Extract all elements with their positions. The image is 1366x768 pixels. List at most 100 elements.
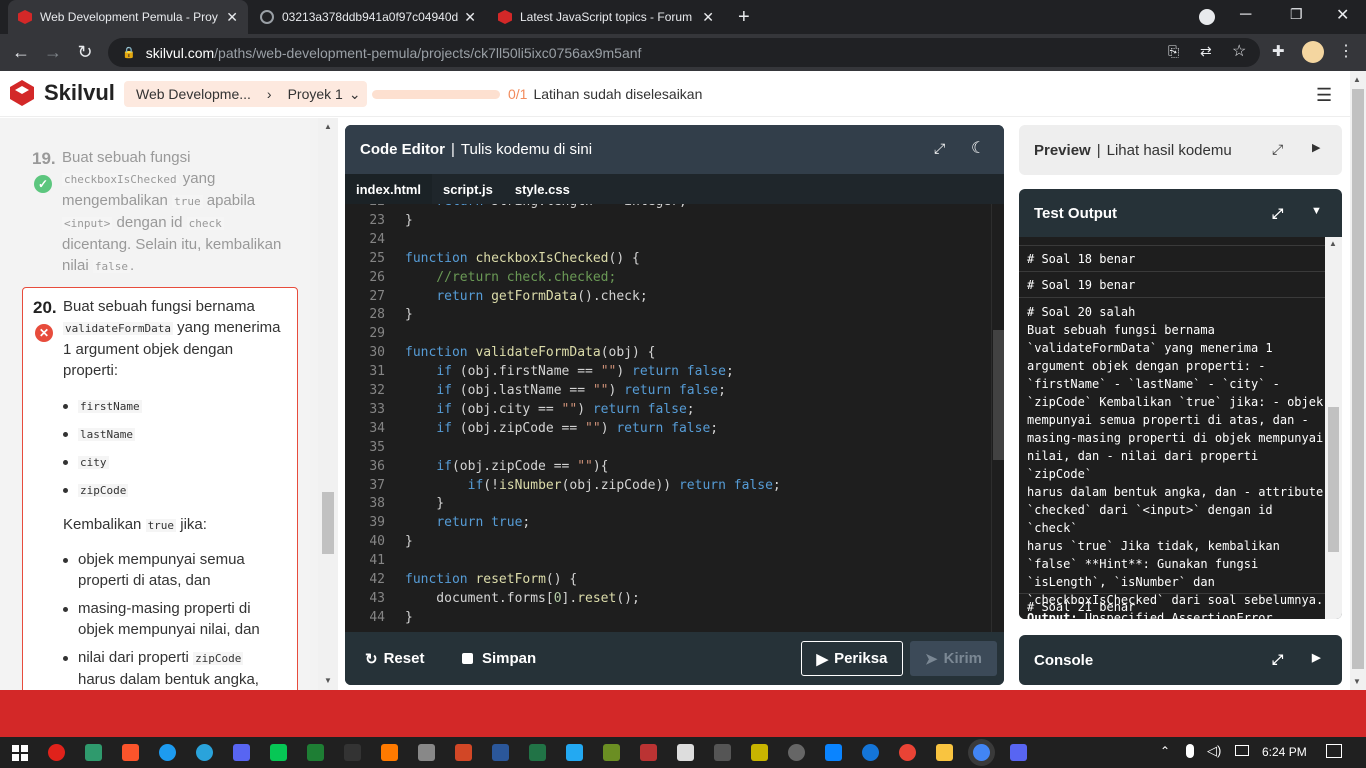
file-explorer-icon[interactable] — [936, 744, 953, 761]
code-line[interactable]: return getFormData().check; — [405, 289, 647, 304]
app-icon[interactable] — [825, 744, 842, 761]
code-line[interactable]: if (obj.firstName == "") return false; — [405, 364, 733, 379]
app-icon[interactable] — [714, 744, 731, 761]
test-output-scrollbar[interactable]: ▲ — [1325, 237, 1342, 619]
scrollbar-thumb[interactable] — [1328, 407, 1339, 552]
code-line[interactable]: //return check.checked; — [405, 270, 616, 285]
app-icon[interactable] — [159, 744, 176, 761]
code-line[interactable]: if (obj.city == "") return false; — [405, 402, 694, 417]
new-tab-icon[interactable]: + — [738, 6, 750, 29]
app-icon[interactable] — [418, 744, 435, 761]
app-icon[interactable] — [381, 744, 398, 761]
line-icon[interactable] — [270, 744, 287, 761]
moon-icon[interactable]: ☾ — [971, 138, 985, 158]
save-button[interactable]: Simpan — [462, 641, 536, 676]
code-line[interactable]: if (obj.lastName == "") return false; — [405, 383, 726, 398]
clock[interactable]: 6:24 PM — [1262, 745, 1307, 759]
browser-tab-1[interactable]: Web Development Pemula - Proy ✕ — [8, 0, 248, 34]
bookmark-star-icon[interactable]: ☆ — [1232, 41, 1246, 61]
reset-button[interactable]: ↻ Reset — [365, 641, 424, 676]
app-icon[interactable] — [307, 744, 324, 761]
word-icon[interactable] — [492, 744, 509, 761]
close-tab-icon[interactable]: ✕ — [464, 9, 476, 26]
breadcrumb-path[interactable]: Web Developme... — [136, 86, 251, 102]
telegram-icon[interactable] — [196, 744, 213, 761]
code-line[interactable]: return true; — [405, 515, 530, 530]
network-icon[interactable] — [1235, 745, 1249, 756]
microphone-icon[interactable] — [1186, 744, 1194, 758]
chrome-icon[interactable] — [899, 744, 916, 761]
code-line[interactable]: function validateFormData(obj) { — [405, 345, 655, 360]
code-line[interactable]: } — [405, 534, 413, 549]
scroll-up-icon[interactable]: ▲ — [1353, 75, 1361, 84]
url-bar[interactable]: 🔒 skilvul.com/paths/web-development-pemu… — [108, 38, 1260, 67]
question-card-19[interactable]: 19. ✓ Buat sebuah fungsi checkboxIsCheck… — [22, 138, 298, 282]
send-button[interactable]: ➤ Kirim — [910, 641, 997, 676]
brave-icon[interactable] — [122, 744, 139, 761]
expand-icon[interactable]: ⤢ — [1272, 651, 1283, 668]
windows-start-icon[interactable] — [12, 745, 28, 761]
close-tab-icon[interactable]: ✕ — [702, 9, 714, 26]
tray-chevron-icon[interactable]: ⌃ — [1160, 744, 1170, 758]
code-line[interactable]: if(!isNumber(obj.zipCode)) return false; — [405, 478, 781, 493]
code-line[interactable]: } — [405, 496, 444, 511]
restore-icon[interactable]: ❐ — [1290, 6, 1303, 23]
browser-tab-3[interactable]: Latest JavaScript topics - Forum S ✕ — [488, 0, 724, 34]
check-button[interactable]: ▶ Periksa — [801, 641, 903, 676]
code-line[interactable]: return string.length == integer; — [405, 204, 686, 209]
tab-script-js[interactable]: script.js — [432, 174, 504, 204]
speaker-icon[interactable]: ◁) — [1207, 743, 1221, 759]
expand-icon[interactable]: ⤢ — [1272, 205, 1283, 222]
opera-icon[interactable] — [48, 744, 65, 761]
chevron-down-icon[interactable]: ⌄ — [349, 86, 361, 103]
code-line[interactable]: } — [405, 610, 413, 625]
browser-menu-icon[interactable]: ⋮ — [1338, 41, 1354, 61]
question-list-scrollbar[interactable]: ▲ ▼ — [318, 118, 338, 690]
page-scrollbar[interactable]: ▲ ▼ — [1350, 71, 1366, 690]
code-line[interactable]: } — [405, 213, 413, 228]
chrome-active-icon[interactable] — [973, 744, 990, 761]
copy-icon[interactable]: ⎘ — [1168, 43, 1179, 60]
close-window-icon[interactable]: ✕ — [1336, 5, 1349, 25]
code-line[interactable]: if(obj.zipCode == ""){ — [405, 459, 608, 474]
tab-index-html[interactable]: index.html — [345, 174, 433, 204]
powerpoint-icon[interactable] — [455, 744, 472, 761]
caret-right-icon[interactable]: ▶ — [1312, 141, 1320, 154]
firefox-icon[interactable] — [862, 744, 879, 761]
tab-search-icon[interactable] — [1199, 9, 1215, 25]
scroll-up-icon[interactable]: ▲ — [1329, 239, 1337, 248]
app-icon[interactable] — [751, 744, 768, 761]
discord-icon[interactable] — [233, 744, 250, 761]
scrollbar-thumb[interactable] — [1352, 89, 1364, 669]
code-line[interactable]: if (obj.zipCode == "") return false; — [405, 421, 718, 436]
expand-icon[interactable]: ⤢ — [934, 140, 945, 157]
reload-icon[interactable]: ↻ — [70, 34, 100, 71]
app-icon[interactable] — [603, 744, 620, 761]
code-line[interactable]: function resetForm() { — [405, 572, 577, 587]
excel-icon[interactable] — [529, 744, 546, 761]
code-scrollbar[interactable] — [991, 204, 1004, 632]
tab-style-css[interactable]: style.css — [504, 174, 581, 204]
translate-icon[interactable]: ⇄ — [1200, 43, 1212, 60]
scroll-up-icon[interactable]: ▲ — [324, 122, 332, 131]
scrollbar-thumb[interactable] — [993, 330, 1004, 460]
code-line[interactable]: document.forms[0].reset(); — [405, 591, 640, 606]
app-icon[interactable] — [344, 744, 361, 761]
back-icon[interactable]: ← — [6, 34, 36, 71]
hamburger-menu-icon[interactable]: ☰ — [1316, 85, 1332, 106]
notification-icon[interactable] — [1326, 744, 1342, 758]
question-card-20[interactable]: 20. ✕ Buat sebuah fungsi bernama validat… — [22, 287, 298, 690]
skilvul-logo[interactable]: Skilvul — [8, 79, 115, 107]
profile-avatar[interactable] — [1302, 41, 1324, 63]
forward-icon[interactable]: → — [38, 34, 68, 71]
discord-icon[interactable] — [1010, 744, 1027, 761]
code-line[interactable]: } — [405, 307, 413, 322]
search-icon[interactable] — [677, 744, 694, 761]
app-icon[interactable] — [640, 744, 657, 761]
expand-icon[interactable]: ⤢ — [1272, 141, 1283, 158]
app-icon[interactable] — [85, 744, 102, 761]
close-tab-icon[interactable]: ✕ — [226, 9, 238, 26]
app-icon[interactable] — [788, 744, 805, 761]
extensions-icon[interactable]: ✚ — [1272, 42, 1285, 60]
caret-down-icon[interactable]: ▼ — [1311, 205, 1322, 217]
